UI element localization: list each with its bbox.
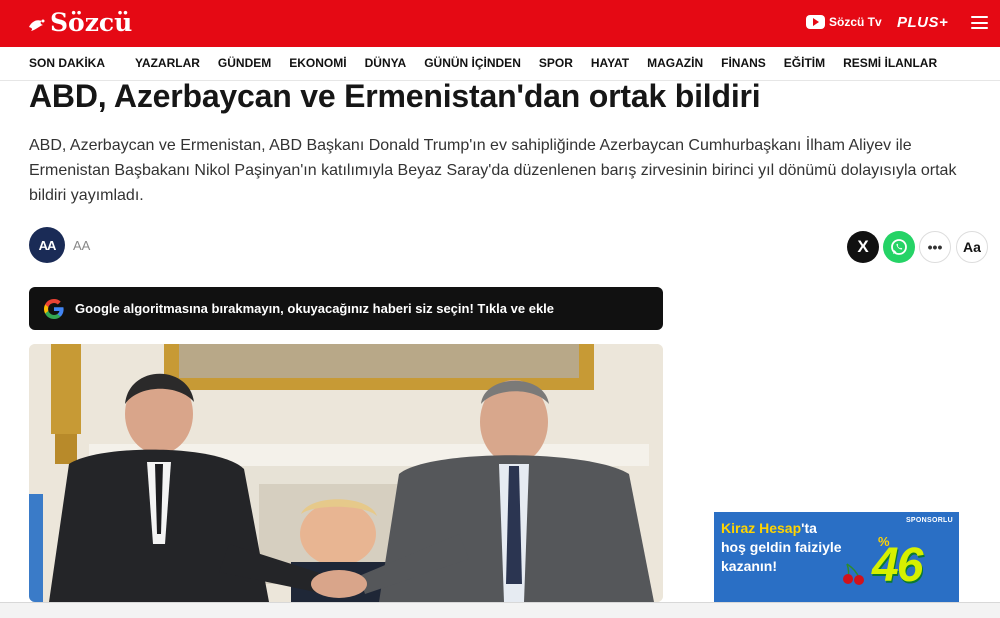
- bottom-strip: [0, 602, 1000, 618]
- logo-bird-icon: [29, 19, 45, 31]
- nav-item-resmi-ilanlar[interactable]: RESMİ İLANLAR: [843, 56, 937, 70]
- nav-item-dunya[interactable]: DÜNYA: [365, 56, 407, 70]
- ad-line3: kazanın!: [721, 558, 778, 574]
- tv-label: Sözcü Tv: [829, 15, 882, 29]
- whatsapp-icon: [891, 239, 907, 255]
- share-whatsapp-button[interactable]: [883, 231, 915, 263]
- google-icon: [44, 298, 64, 319]
- nav-items: SON DAKİKA YAZARLAR GÜNDEM EKONOMİ DÜNYA…: [29, 56, 937, 70]
- site-logo[interactable]: Sözcü: [28, 9, 132, 37]
- sponsored-ad[interactable]: SPONSORLU Kiraz Hesap'ta hoş geldin faiz…: [714, 512, 959, 602]
- article-lead: ABD, Azerbaycan ve Ermenistan, ABD Başka…: [29, 137, 957, 204]
- nav-item-magazin[interactable]: MAGAZİN: [647, 56, 703, 70]
- google-news-banner[interactable]: Google algoritmasına bırakmayın, okuyaca…: [29, 287, 663, 330]
- x-icon: X: [857, 237, 869, 256]
- nav-item-ekonomi[interactable]: EKONOMİ: [289, 56, 346, 70]
- more-icon: •••: [927, 239, 943, 255]
- article-source: AA AA: [29, 227, 90, 263]
- ad-brand: Kiraz Hesap: [721, 520, 802, 536]
- main-nav: SON DAKİKA YAZARLAR GÜNDEM EKONOMİ DÜNYA…: [0, 47, 1000, 81]
- font-size-button[interactable]: Aa: [956, 231, 988, 263]
- news-photo-illustration: [29, 344, 663, 602]
- nav-item-egitim[interactable]: EĞİTİM: [784, 56, 825, 70]
- article-title: ABD, Azerbaycan ve Ermenistan'dan ortak …: [29, 78, 761, 114]
- nav-item-yazarlar[interactable]: YAZARLAR: [135, 56, 200, 70]
- share-more-button[interactable]: •••: [919, 231, 951, 263]
- share-x-button[interactable]: X: [847, 231, 879, 263]
- logo-text: Sözcü: [50, 8, 133, 37]
- ad-sponsor-label: SPONSORLU: [905, 517, 953, 524]
- nav-item-son-dakika[interactable]: SON DAKİKA: [29, 56, 105, 70]
- source-name: AA: [73, 237, 91, 253]
- nav-item-finans[interactable]: FİNANS: [721, 56, 766, 70]
- nav-item-gundem[interactable]: GÜNDEM: [218, 56, 271, 70]
- cherry-icon: [843, 563, 864, 585]
- youtube-icon: [806, 15, 825, 29]
- plus-link[interactable]: PLUS+: [897, 14, 948, 31]
- nav-item-hayat[interactable]: HAYAT: [591, 56, 629, 70]
- sozcu-tv-link[interactable]: Sözcü Tv: [806, 15, 882, 29]
- ad-rate: 46: [872, 539, 923, 592]
- nav-item-gunun-icinden[interactable]: GÜNÜN İÇİNDEN: [424, 56, 521, 70]
- news-photo: [29, 344, 663, 602]
- aa-logo-icon[interactable]: AA: [29, 227, 65, 263]
- font-size-icon: Aa: [963, 239, 981, 255]
- top-bar: Sözcü Sözcü Tv PLUS+: [0, 0, 1000, 47]
- nav-item-spor[interactable]: SPOR: [539, 56, 573, 70]
- ad-text: Kiraz Hesap'ta hoş geldin faiziyle kazan…: [721, 519, 851, 576]
- hamburger-icon[interactable]: [971, 16, 988, 29]
- google-banner-text: Google algoritmasına bırakmayın, okuyaca…: [75, 301, 555, 316]
- ad-brand-suffix: 'ta: [801, 520, 817, 536]
- ad-line2: hoş geldin faiziyle: [721, 539, 842, 555]
